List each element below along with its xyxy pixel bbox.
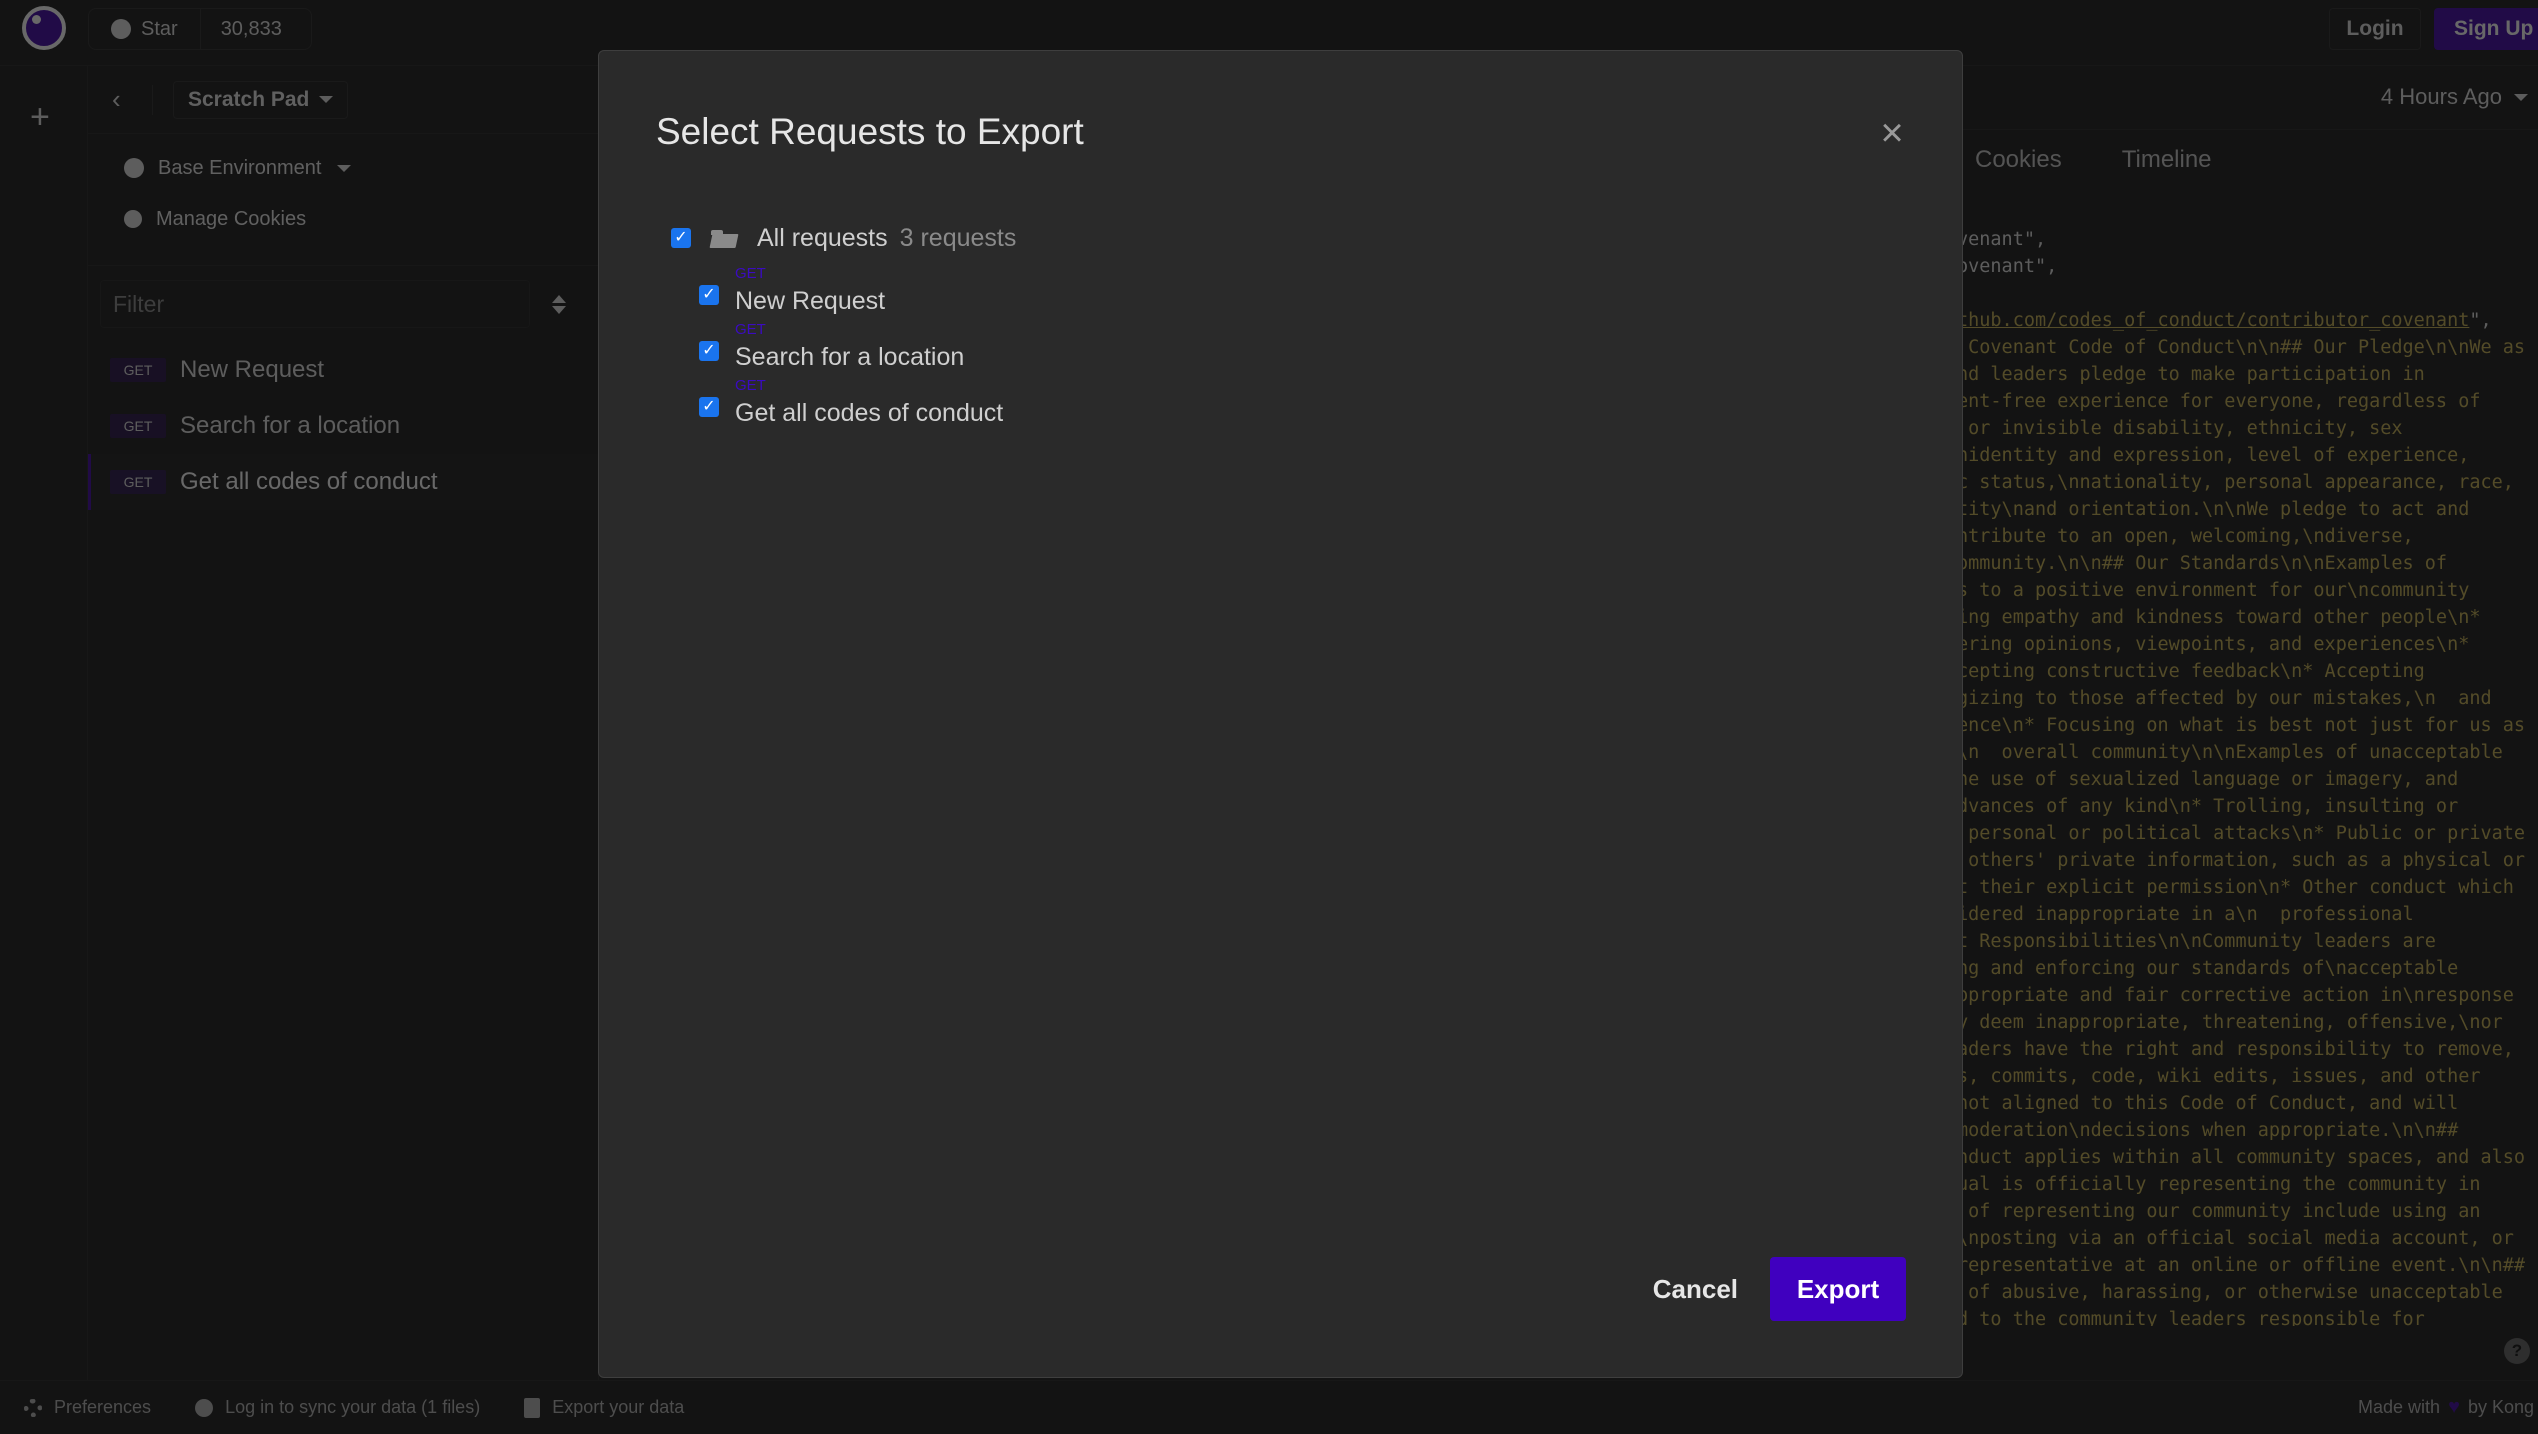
request-count: 3 requests	[899, 223, 1017, 252]
request-tree: ✓ All requests 3 requests ✓ GET New Requ…	[671, 221, 1016, 433]
export-request-item: ✓ GET New Request	[699, 265, 1016, 321]
request-name: New Request	[735, 287, 886, 315]
request-checkbox[interactable]: ✓	[699, 341, 719, 361]
request-name: Get all codes of conduct	[735, 399, 1004, 427]
all-requests-checkbox[interactable]: ✓	[671, 228, 691, 248]
export-requests-modal: Select Requests to Export × ✓ All reques…	[598, 50, 1963, 1378]
close-icon[interactable]: ×	[1878, 113, 1906, 153]
export-button[interactable]: Export	[1770, 1257, 1906, 1321]
method-label: GET	[735, 265, 766, 282]
modal-title: Select Requests to Export	[656, 111, 1084, 152]
request-children: ✓ GET New Request ✓ GET Search for a loc…	[699, 265, 1016, 433]
request-name: Search for a location	[735, 343, 965, 371]
request-checkbox[interactable]: ✓	[699, 397, 719, 417]
method-label: GET	[735, 377, 766, 394]
request-checkbox[interactable]: ✓	[699, 285, 719, 305]
all-requests-label: All requests	[757, 223, 888, 252]
method-label: GET	[735, 321, 766, 338]
cancel-button[interactable]: Cancel	[1653, 1274, 1738, 1305]
export-request-item: ✓ GET Get all codes of conduct	[699, 377, 1016, 433]
all-requests-row: ✓ All requests 3 requests	[671, 221, 1016, 255]
modal-footer: Cancel Export	[1653, 1257, 1906, 1321]
folder-open-icon	[711, 228, 737, 248]
export-request-item: ✓ GET Search for a location	[699, 321, 1016, 377]
